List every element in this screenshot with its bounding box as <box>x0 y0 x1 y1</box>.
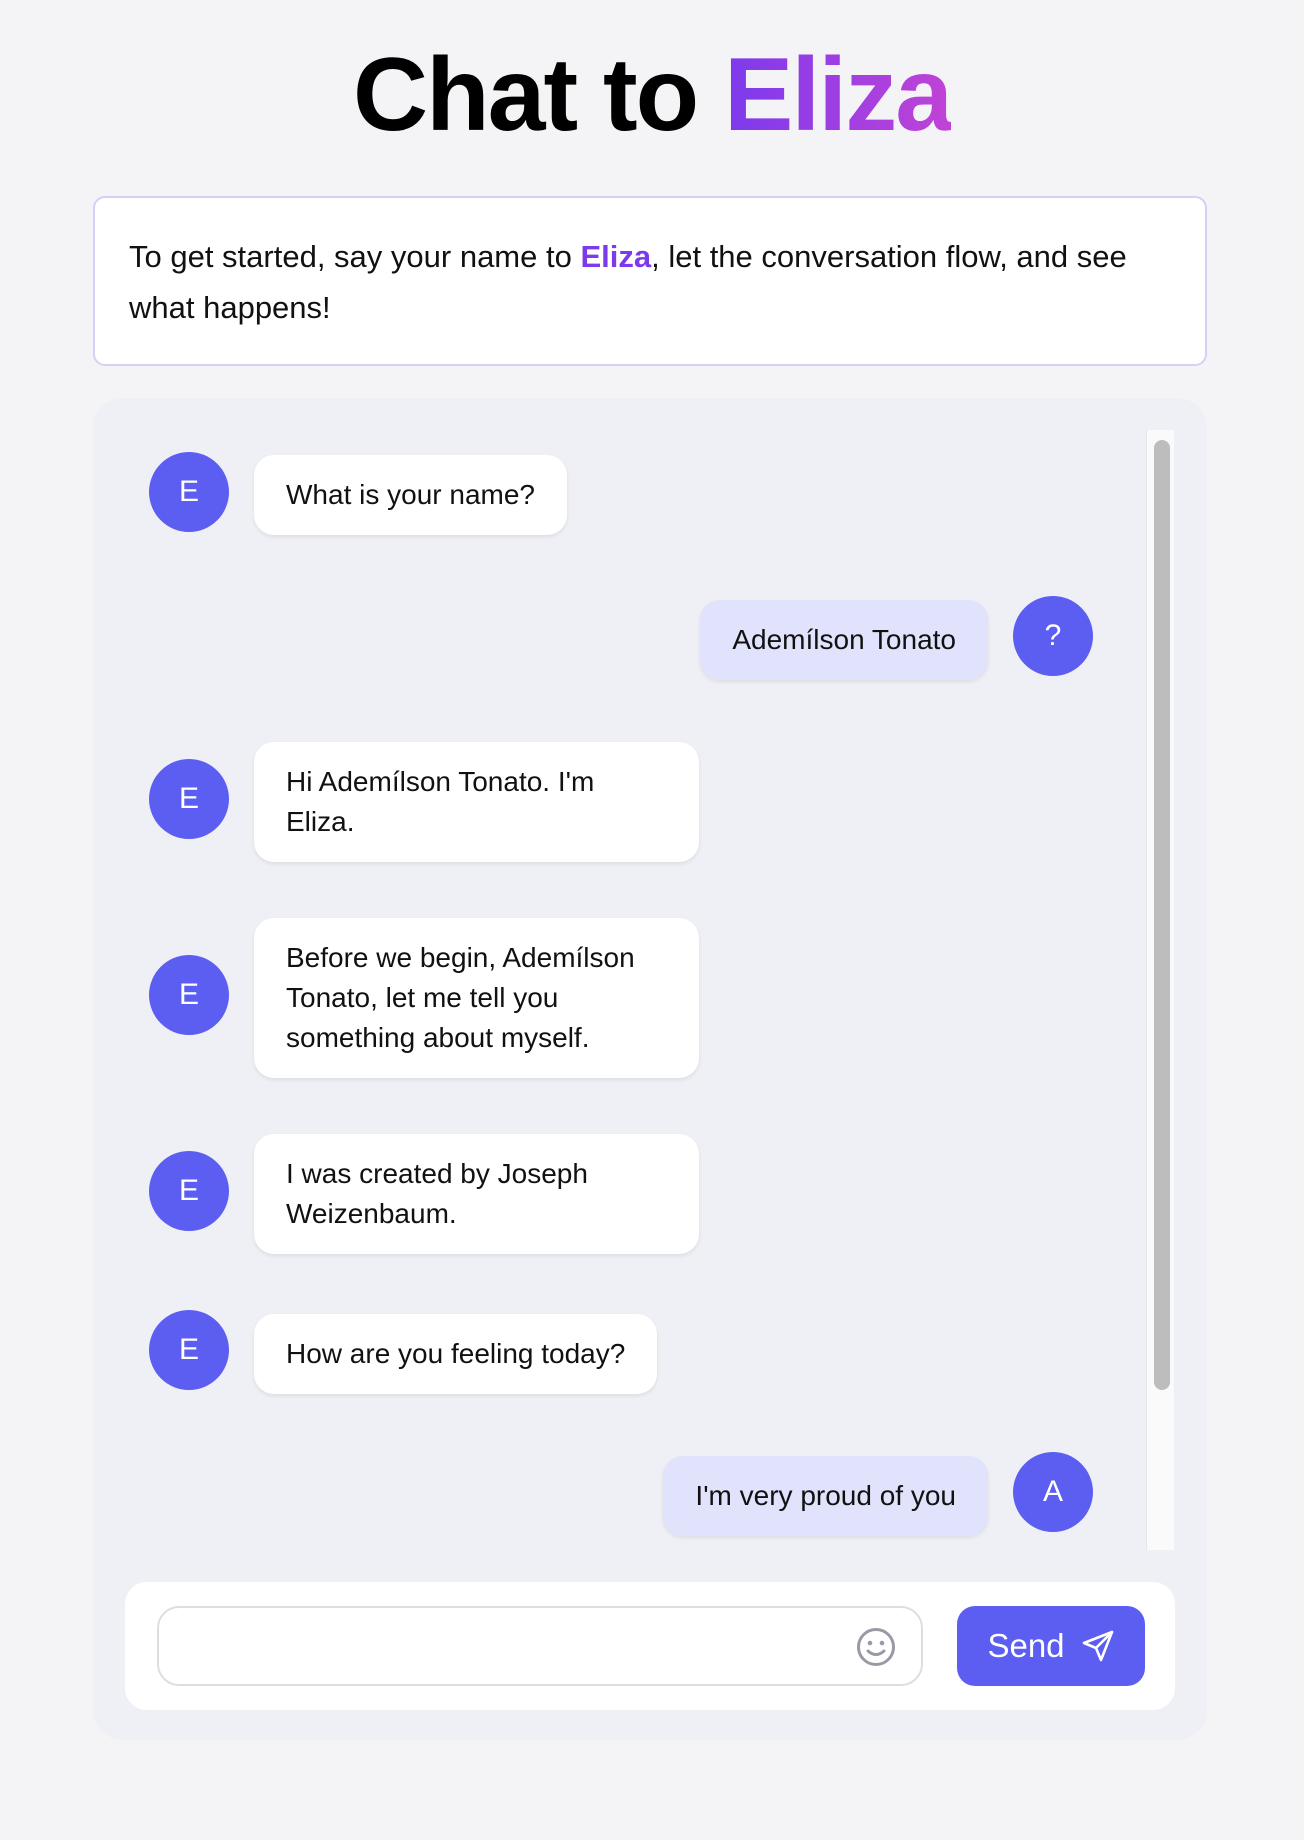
composer: Send <box>125 1582 1175 1710</box>
bot-avatar: E <box>149 1310 229 1390</box>
message-input[interactable] <box>183 1626 843 1666</box>
title-accent: Eliza <box>724 37 953 153</box>
bot-avatar: E <box>149 452 229 532</box>
message-row: A I'm very proud of you <box>93 1452 1149 1536</box>
message-row: E Hi Ademílson Tonato. I'm Eliza. <box>93 742 1149 862</box>
message-row: E I was created by Joseph Weizenbaum. <box>93 1134 1149 1254</box>
paper-plane-icon <box>1082 1630 1113 1662</box>
user-message-bubble: Ademílson Tonato <box>700 600 988 680</box>
message-input-wrapper[interactable] <box>157 1606 923 1686</box>
message-row: E What is your name? <box>93 452 1149 535</box>
bot-avatar: E <box>149 1151 229 1231</box>
message-list[interactable]: E What is your name? ? Ademílson Tonato … <box>93 430 1149 1550</box>
page-title: Chat to Eliza <box>0 40 1304 150</box>
send-label: Send <box>987 1627 1065 1664</box>
message-row: E How are you feeling today? <box>93 1310 1149 1394</box>
bot-message-bubble: How are you feeling today? <box>254 1314 658 1394</box>
bot-message-bubble: What is your name? <box>254 455 567 535</box>
intro-text-before: To get started, say your name to <box>129 239 581 274</box>
bot-message-bubble: Before we begin, Ademílson Tonato, let m… <box>254 918 699 1078</box>
user-avatar: ? <box>1013 596 1093 676</box>
message-row: ? Ademílson Tonato <box>93 596 1149 680</box>
scrollbar[interactable] <box>1146 430 1174 1550</box>
intro-highlight: Eliza <box>580 239 652 274</box>
page: Chat to Eliza To get started, say your n… <box>0 0 1304 1840</box>
bot-message-bubble: Hi Ademílson Tonato. I'm Eliza. <box>254 742 699 862</box>
user-message-bubble: I'm very proud of you <box>663 1456 988 1536</box>
bot-avatar: E <box>149 759 229 839</box>
title-prefix: Chat to <box>352 37 725 153</box>
intro-card: To get started, say your name to Eliza, … <box>93 196 1207 366</box>
chat-panel: E What is your name? ? Ademílson Tonato … <box>93 398 1207 1740</box>
user-avatar: A <box>1013 1452 1093 1532</box>
bot-message-bubble: I was created by Joseph Weizenbaum. <box>254 1134 699 1254</box>
message-row: E Before we begin, Ademílson Tonato, let… <box>93 918 1149 1078</box>
smiley-icon[interactable] <box>855 1626 897 1668</box>
send-button[interactable]: Send <box>957 1606 1145 1686</box>
scrollbar-thumb[interactable] <box>1154 440 1170 1390</box>
bot-avatar: E <box>149 955 229 1035</box>
